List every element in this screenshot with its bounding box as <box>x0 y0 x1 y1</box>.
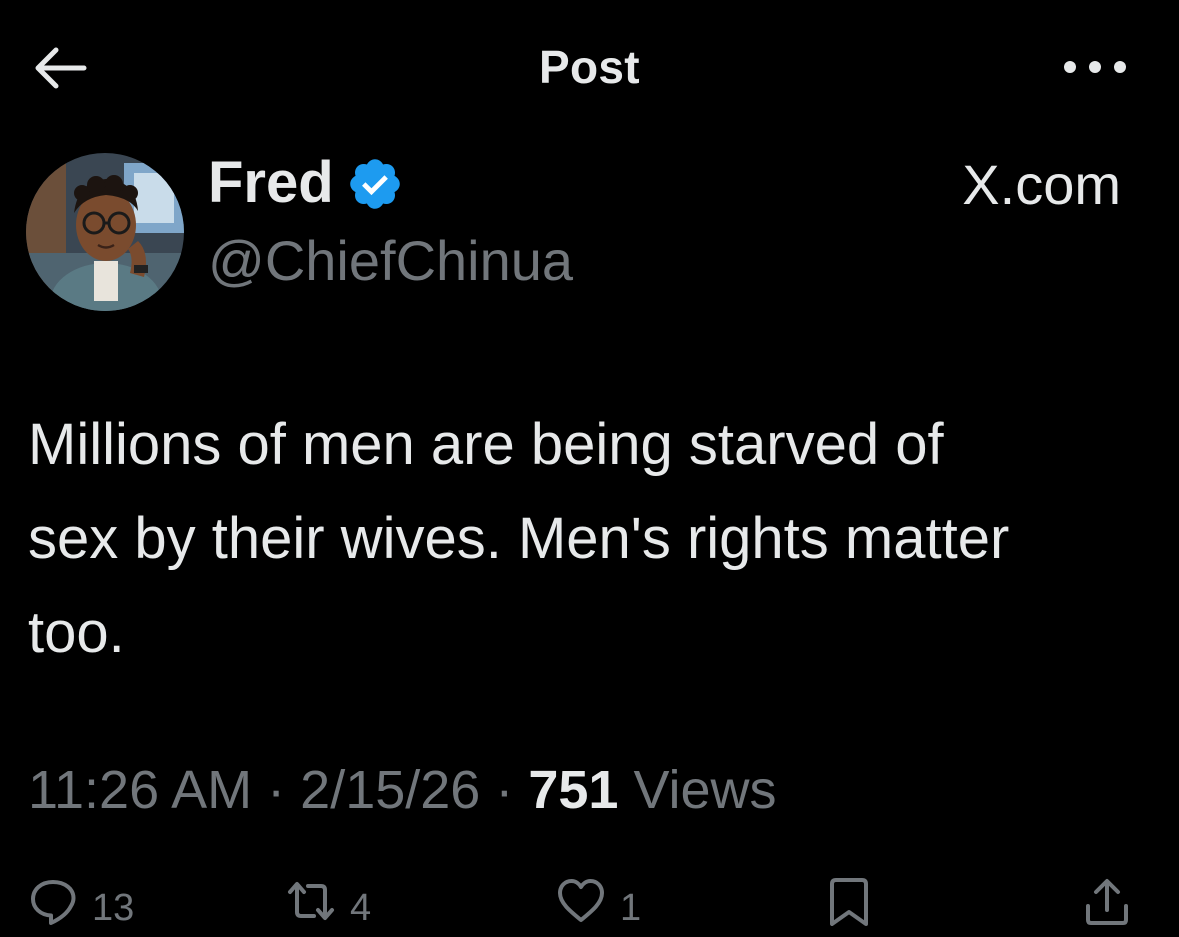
reply-bubble-icon <box>31 880 76 925</box>
verified-badge-icon <box>346 155 404 213</box>
post-time[interactable]: 11:26 AM <box>28 760 252 820</box>
post-date[interactable]: 2/15/26 <box>300 760 480 820</box>
bookmark-icon <box>830 878 868 926</box>
like-count: 1 <box>620 887 642 929</box>
top-bar: Post <box>0 0 1179 130</box>
repost-button[interactable]: 4 <box>286 872 371 930</box>
post-author: Fred @ChiefChinua X.com <box>0 150 1179 320</box>
post-text: Millions of men are being starved of sex… <box>28 412 1010 665</box>
repost-count: 4 <box>350 887 372 929</box>
page-title: Post <box>539 41 640 93</box>
share-icon <box>1086 879 1128 925</box>
post-meta: 11:26 AM · 2/15/26 · 751 Views <box>28 752 777 828</box>
views-label: Views <box>618 760 777 820</box>
more-horizontal-icon <box>1064 61 1126 73</box>
avatar-illustration <box>26 153 184 311</box>
share-button[interactable] <box>1082 872 1132 930</box>
source-label: X.com <box>962 153 1121 216</box>
avatar[interactable] <box>26 153 184 311</box>
display-name[interactable]: Fred <box>208 150 334 216</box>
action-bar: 13 4 1 <box>0 872 1179 930</box>
reply-button[interactable]: 13 <box>28 872 134 930</box>
views-count[interactable]: 751 <box>528 760 618 820</box>
name-row: Fred <box>208 150 404 216</box>
meta-separator: · <box>480 760 529 820</box>
reply-count: 13 <box>92 887 135 929</box>
like-button[interactable]: 1 <box>556 872 641 930</box>
bookmark-button[interactable] <box>824 872 874 930</box>
repost-icon <box>288 882 334 920</box>
meta-separator: · <box>252 760 301 820</box>
more-options-button[interactable] <box>1060 50 1130 84</box>
heart-icon <box>558 879 604 922</box>
user-handle[interactable]: @ChiefChinua <box>208 228 573 294</box>
